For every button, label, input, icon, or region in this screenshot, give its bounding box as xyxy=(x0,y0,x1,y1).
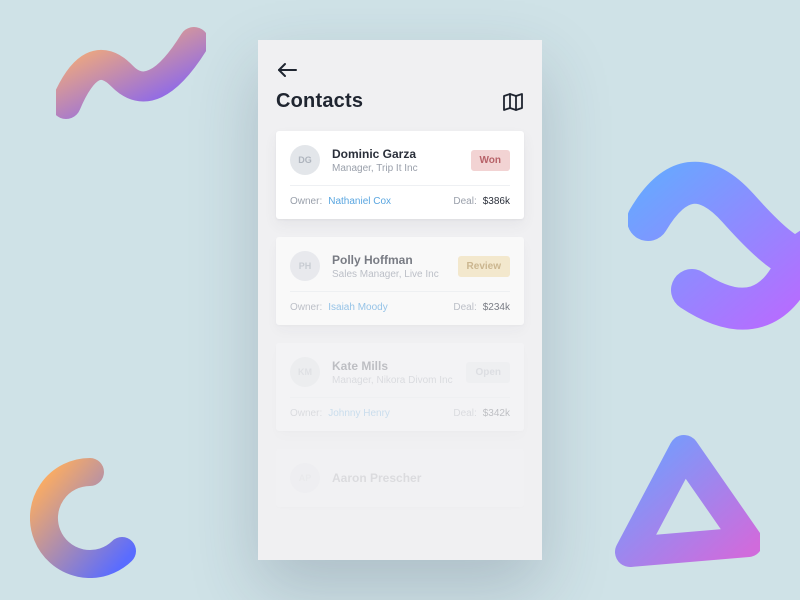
contact-card[interactable]: KM Kate Mills Manager, Nikora Divom Inc … xyxy=(276,343,524,431)
decorative-squiggle xyxy=(56,24,206,134)
deal-label: Deal: xyxy=(453,408,476,419)
page-title: Contacts xyxy=(276,90,363,113)
contact-card[interactable]: AP Aaron Prescher xyxy=(276,449,524,507)
decorative-squiggle xyxy=(628,160,800,360)
avatar: DG xyxy=(290,145,320,175)
owner-label: Owner: xyxy=(290,302,322,313)
status-badge: Open xyxy=(466,362,510,383)
owner-link[interactable]: Johnny Henry xyxy=(328,408,390,419)
deal-value: $234k xyxy=(483,302,510,313)
deal-label: Deal: xyxy=(453,196,476,207)
deal-value: $386k xyxy=(483,196,510,207)
owner-link[interactable]: Isaiah Moody xyxy=(328,302,387,313)
contact-name: Aaron Prescher xyxy=(332,471,510,485)
contact-name: Polly Hoffman xyxy=(332,253,458,267)
status-badge: Won xyxy=(471,150,510,171)
avatar: AP xyxy=(290,463,320,493)
map-button[interactable] xyxy=(502,92,524,112)
map-icon xyxy=(502,92,524,112)
owner-link[interactable]: Nathaniel Cox xyxy=(328,196,391,207)
contact-card[interactable]: PH Polly Hoffman Sales Manager, Live Inc… xyxy=(276,237,524,325)
contact-card[interactable]: DG Dominic Garza Manager, Trip It Inc Wo… xyxy=(276,131,524,219)
deal-label: Deal: xyxy=(453,302,476,313)
contact-role: Manager, Nikora Divom Inc xyxy=(332,375,466,386)
contact-name: Kate Mills xyxy=(332,359,466,373)
back-button[interactable] xyxy=(276,62,298,78)
decorative-triangle xyxy=(600,432,760,582)
status-badge: Review xyxy=(458,256,510,277)
arrow-left-icon xyxy=(276,62,298,78)
contact-role: Manager, Trip It Inc xyxy=(332,163,471,174)
phone-screen: Contacts DG Dominic Garza Manager, Trip … xyxy=(258,40,542,560)
decorative-ring xyxy=(30,458,150,578)
contact-role: Sales Manager, Live Inc xyxy=(332,269,458,280)
owner-label: Owner: xyxy=(290,408,322,419)
owner-label: Owner: xyxy=(290,196,322,207)
avatar: PH xyxy=(290,251,320,281)
deal-value: $342k xyxy=(483,408,510,419)
avatar: KM xyxy=(290,357,320,387)
contact-name: Dominic Garza xyxy=(332,147,471,161)
